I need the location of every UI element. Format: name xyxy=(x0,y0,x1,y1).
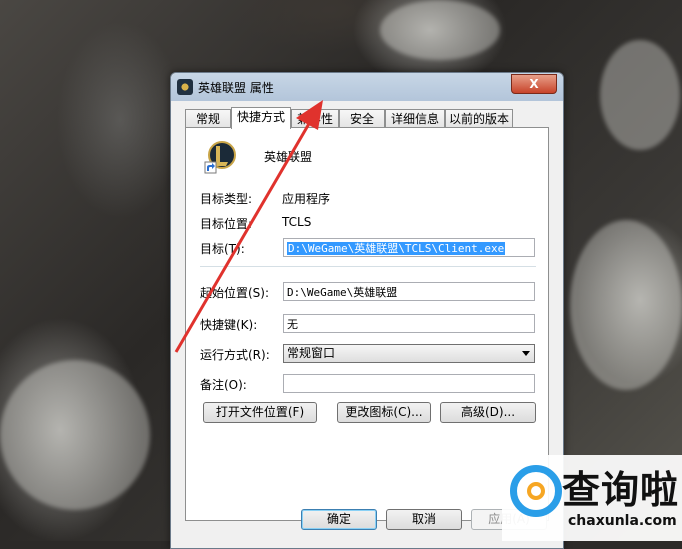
watermark-url: chaxunla.com xyxy=(568,513,677,529)
watermark-badge: 查询啦 chaxunla.com xyxy=(502,455,682,541)
watermark-title: 查询啦 xyxy=(562,468,680,512)
tab-shortcut[interactable]: 快捷方式 xyxy=(231,107,291,129)
watermark-logo-icon xyxy=(510,465,562,517)
